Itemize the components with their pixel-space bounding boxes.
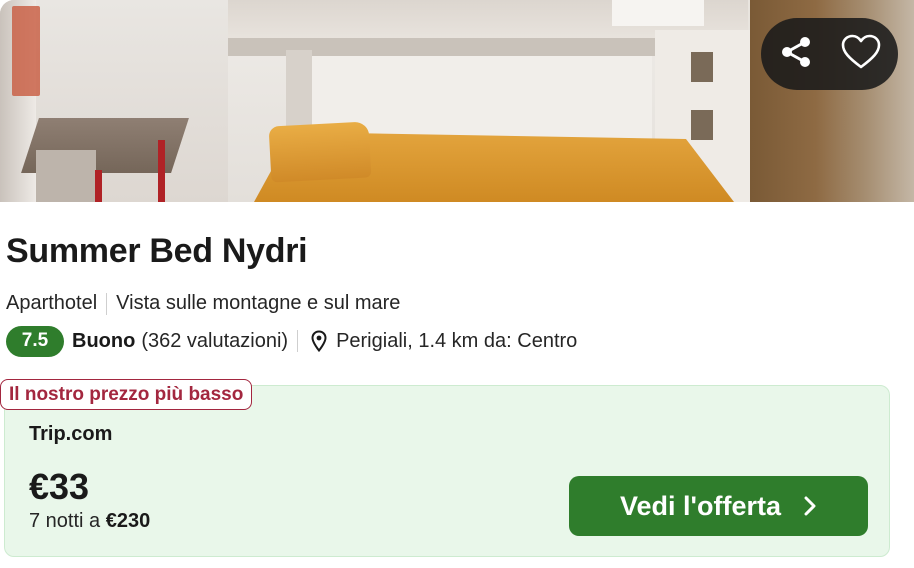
photo-ladder-hole	[691, 110, 713, 140]
review-count[interactable]: (362 valutazioni)	[141, 330, 288, 353]
total-price: €230	[105, 510, 151, 532]
photo-desk-leg	[95, 170, 102, 202]
lowest-price-badge: Il nostro prezzo più basso	[0, 379, 253, 410]
heart-icon	[841, 34, 881, 75]
offer-total: 7 notti a €230	[29, 510, 150, 533]
photo-towel	[612, 0, 704, 26]
photo-desk-side	[36, 150, 96, 202]
view-description: Vista sulle montagne e sul mare	[116, 292, 401, 314]
location-pin-icon	[311, 330, 327, 352]
photo-actions	[761, 18, 898, 90]
rating-row: 7.5 Buono (362 valutazioni) Perigiali, 1…	[6, 325, 577, 357]
chevron-right-icon	[803, 495, 817, 517]
view-deal-button[interactable]: Vedi l'offerta	[569, 476, 868, 536]
rating-label: Buono	[72, 329, 136, 352]
nights-label: 7 notti a	[29, 510, 106, 532]
favorite-button[interactable]	[836, 30, 886, 78]
photo-desk-leg	[158, 140, 165, 202]
divider	[297, 330, 299, 352]
photo-pillow	[268, 121, 372, 183]
share-button[interactable]	[771, 30, 821, 78]
share-icon	[777, 33, 815, 76]
hotel-subtitle: Aparthotel Vista sulle montagne e sul ma…	[6, 292, 400, 315]
photo-ladder-hole	[691, 52, 713, 82]
photo-red-object	[12, 6, 40, 96]
hotel-name[interactable]: Summer Bed Nydri	[6, 232, 308, 271]
rating-score-badge: 7.5	[6, 325, 64, 357]
divider	[106, 292, 108, 315]
offer-provider: Trip.com	[29, 423, 113, 445]
location-text[interactable]: Perigiali, 1.4 km da: Centro	[336, 330, 577, 353]
accommodation-type: Aparthotel	[6, 292, 98, 314]
view-deal-label: Vedi l'offerta	[620, 490, 781, 521]
offer-price: €33	[29, 466, 90, 507]
